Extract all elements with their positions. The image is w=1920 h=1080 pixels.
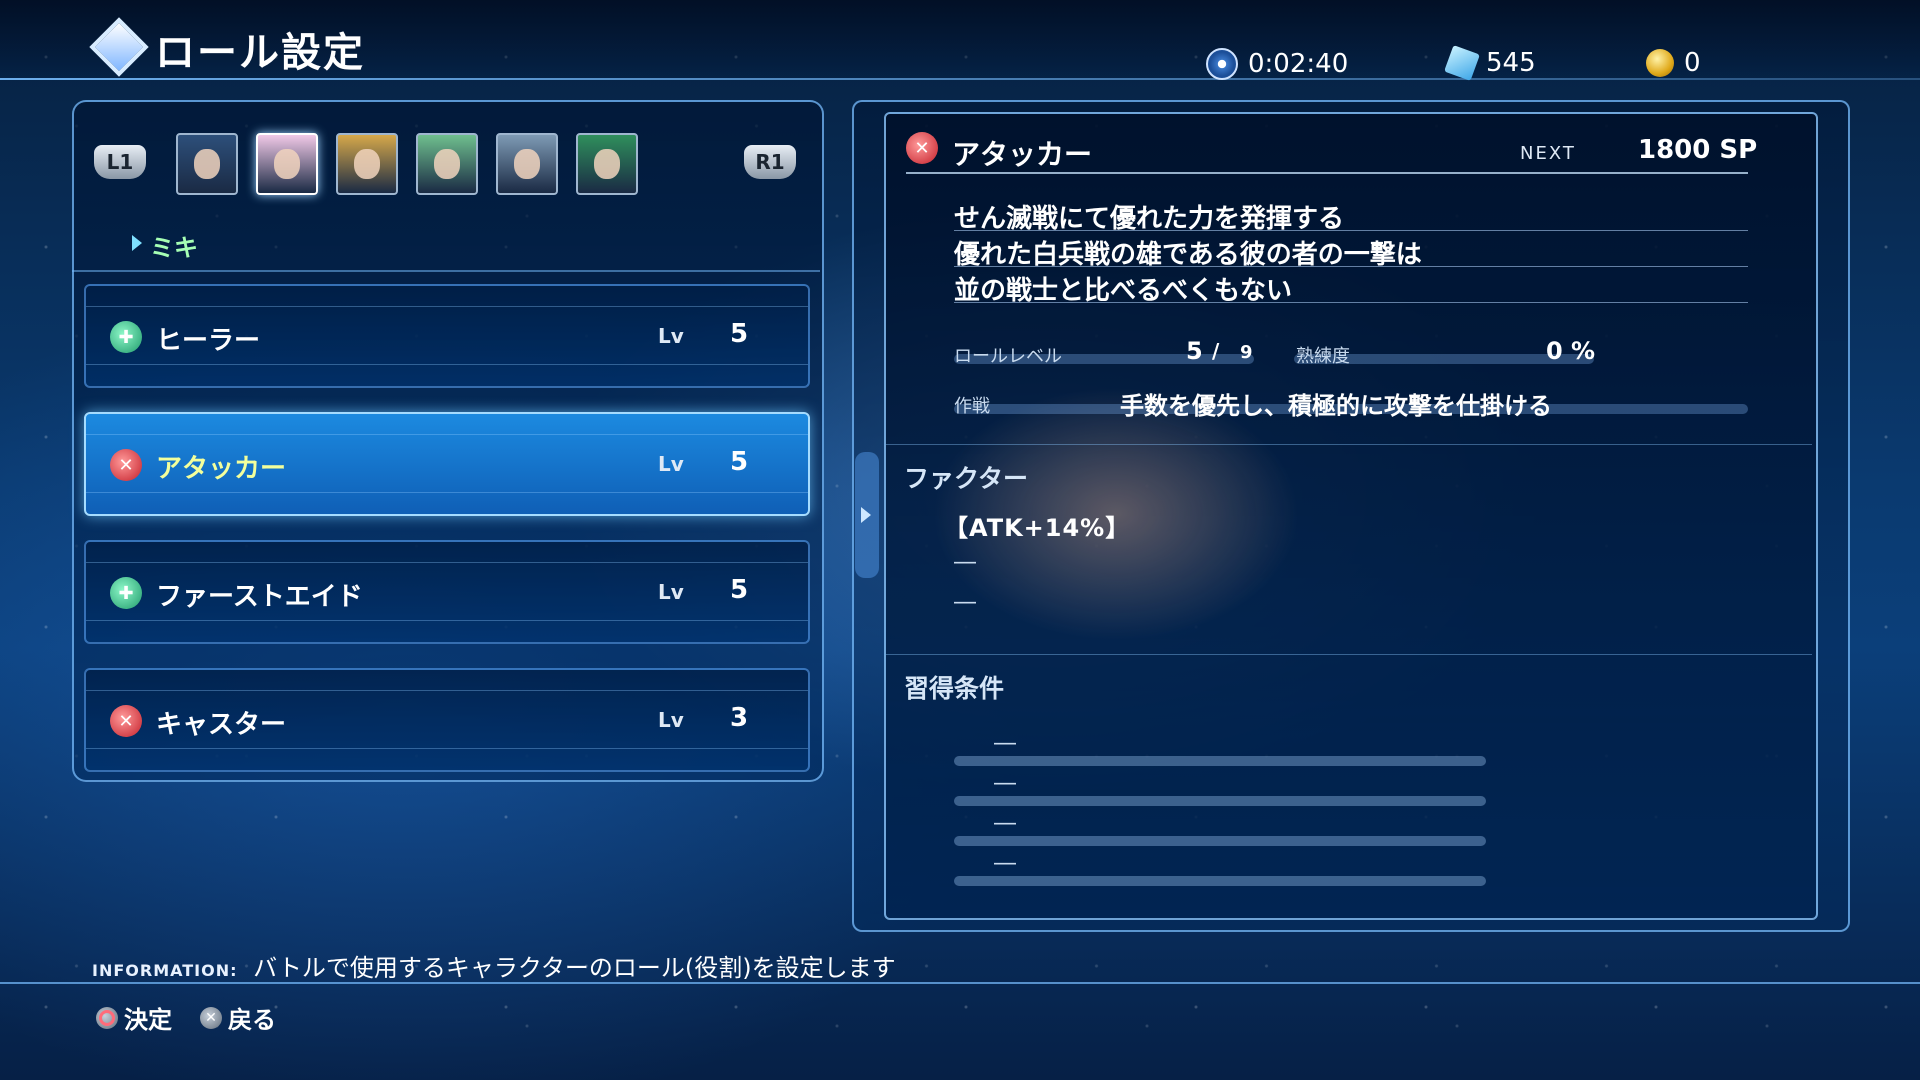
clock-icon bbox=[1206, 48, 1238, 80]
row-bottom-line bbox=[86, 364, 808, 365]
row-top-line bbox=[86, 562, 808, 563]
footer-line bbox=[0, 982, 1920, 984]
r1-button[interactable]: R1 bbox=[744, 145, 796, 179]
selected-character-arrow-icon bbox=[132, 235, 142, 251]
factor-2: ― bbox=[954, 550, 976, 575]
next-sp-value: 1800 SP bbox=[1638, 135, 1758, 165]
strategy-value: 手数を優先し、積極的に攻撃を仕掛ける bbox=[1120, 392, 1552, 420]
role-level-value: 5 bbox=[1186, 337, 1203, 365]
condition-1: ― bbox=[994, 731, 1016, 756]
confirm-button[interactable]: 決定 bbox=[96, 1000, 172, 1035]
factor-3: ― bbox=[954, 590, 976, 615]
coin-icon bbox=[1646, 49, 1674, 77]
role-name: キャスター bbox=[156, 710, 287, 740]
row-top-line bbox=[86, 306, 808, 307]
selected-character-name: ミキ bbox=[150, 234, 198, 262]
role-row[interactable]: ✕ アタッカー Lv 5 bbox=[84, 412, 810, 516]
play-time: 0:02:40 bbox=[1206, 48, 1348, 80]
role-name: ヒーラー bbox=[156, 326, 261, 356]
condition-bar-1 bbox=[954, 756, 1486, 766]
role-level-separator: / bbox=[1212, 339, 1220, 363]
portrait-face bbox=[274, 149, 300, 179]
next-label: NEXT bbox=[1520, 143, 1576, 164]
coin-count: 0 bbox=[1646, 48, 1701, 78]
role-name: ファーストエイド bbox=[156, 582, 363, 612]
menu-diamond-icon bbox=[89, 17, 149, 77]
page-title: ロール設定 bbox=[155, 30, 365, 76]
portrait-face bbox=[354, 149, 380, 179]
coin-value: 0 bbox=[1684, 48, 1701, 78]
character-portrait[interactable] bbox=[576, 133, 638, 195]
back-label: 戻る bbox=[228, 1006, 276, 1034]
condition-2: ― bbox=[994, 771, 1016, 796]
row-top-line bbox=[86, 690, 808, 691]
row-top-line bbox=[86, 434, 808, 435]
detail-header-line bbox=[906, 172, 1748, 174]
description-rule-2 bbox=[954, 266, 1748, 267]
condition-title: 習得条件 bbox=[904, 674, 1005, 703]
role-lv-label: Lv bbox=[658, 708, 684, 732]
role-level: 3 bbox=[730, 703, 749, 733]
panel-switch-arrow-icon bbox=[861, 507, 871, 523]
role-level-max: 9 bbox=[1240, 342, 1253, 363]
panel-divider bbox=[72, 270, 820, 272]
attacker-icon: ✕ bbox=[110, 449, 142, 481]
back-button[interactable]: ✕ 戻る bbox=[200, 1000, 276, 1035]
confirm-label: 決定 bbox=[124, 1006, 172, 1034]
attacker-icon: ✕ bbox=[110, 705, 142, 737]
information-tag: INFORMATION: bbox=[92, 961, 238, 980]
condition-bar-3 bbox=[954, 836, 1486, 846]
title-underline bbox=[0, 78, 1920, 80]
portrait-face bbox=[594, 149, 620, 179]
row-bottom-line bbox=[86, 492, 808, 493]
crystal-value: 545 bbox=[1486, 48, 1536, 78]
role-row[interactable]: ✚ ヒーラー Lv 5 bbox=[84, 284, 810, 388]
row-bottom-line bbox=[86, 748, 808, 749]
role-lv-label: Lv bbox=[658, 324, 684, 348]
section-separator-1 bbox=[886, 444, 1812, 445]
healer-icon: ✚ bbox=[110, 321, 142, 353]
character-portrait[interactable] bbox=[416, 133, 478, 195]
proficiency-label: 熟練度 bbox=[1296, 346, 1350, 367]
character-portrait[interactable] bbox=[496, 133, 558, 195]
attacker-icon: ✕ bbox=[906, 132, 938, 164]
circle-button-icon bbox=[96, 1006, 118, 1029]
healer-icon: ✚ bbox=[110, 577, 142, 609]
role-level: 5 bbox=[730, 447, 749, 477]
information-bar: INFORMATION: バトルで使用するキャラクターのロール(役割)を設定しま… bbox=[92, 948, 896, 983]
condition-4: ― bbox=[994, 851, 1016, 876]
section-separator-2 bbox=[886, 654, 1812, 655]
role-row[interactable]: ✚ ファーストエイド Lv 5 bbox=[84, 540, 810, 644]
factor-title: ファクター bbox=[904, 464, 1029, 493]
role-level-label: ロールレベル bbox=[954, 346, 1062, 367]
portrait-face bbox=[514, 149, 540, 179]
condition-bar-4 bbox=[954, 876, 1486, 886]
crystal-count: 545 bbox=[1444, 45, 1536, 81]
portrait-face bbox=[434, 149, 460, 179]
play-time-value: 0:02:40 bbox=[1248, 49, 1349, 79]
cross-button-icon: ✕ bbox=[200, 1006, 222, 1029]
description-rule-3 bbox=[954, 302, 1748, 303]
factor-1: 【ATK+14%】 bbox=[944, 514, 1131, 542]
row-bottom-line bbox=[86, 620, 808, 621]
character-portrait[interactable] bbox=[336, 133, 398, 195]
character-portrait[interactable] bbox=[176, 133, 238, 195]
role-level: 5 bbox=[730, 575, 749, 605]
description-rule-1 bbox=[954, 230, 1748, 231]
role-name: アタッカー bbox=[156, 454, 287, 484]
detail-role-name: アタッカー bbox=[952, 138, 1093, 171]
role-lv-label: Lv bbox=[658, 580, 684, 604]
role-lv-label: Lv bbox=[658, 452, 684, 476]
crystal-icon bbox=[1444, 45, 1480, 81]
character-portrait[interactable] bbox=[256, 133, 318, 195]
proficiency-value: 0 % bbox=[1546, 337, 1596, 365]
strategy-label: 作戦 bbox=[954, 396, 990, 417]
role-row[interactable]: ✕ キャスター Lv 3 bbox=[84, 668, 810, 772]
portrait-face bbox=[194, 149, 220, 179]
condition-bar-2 bbox=[954, 796, 1486, 806]
role-level: 5 bbox=[730, 319, 749, 349]
condition-3: ― bbox=[994, 811, 1016, 836]
l1-button[interactable]: L1 bbox=[94, 145, 146, 179]
information-text: バトルで使用するキャラクターのロール(役割)を設定します bbox=[253, 954, 896, 982]
